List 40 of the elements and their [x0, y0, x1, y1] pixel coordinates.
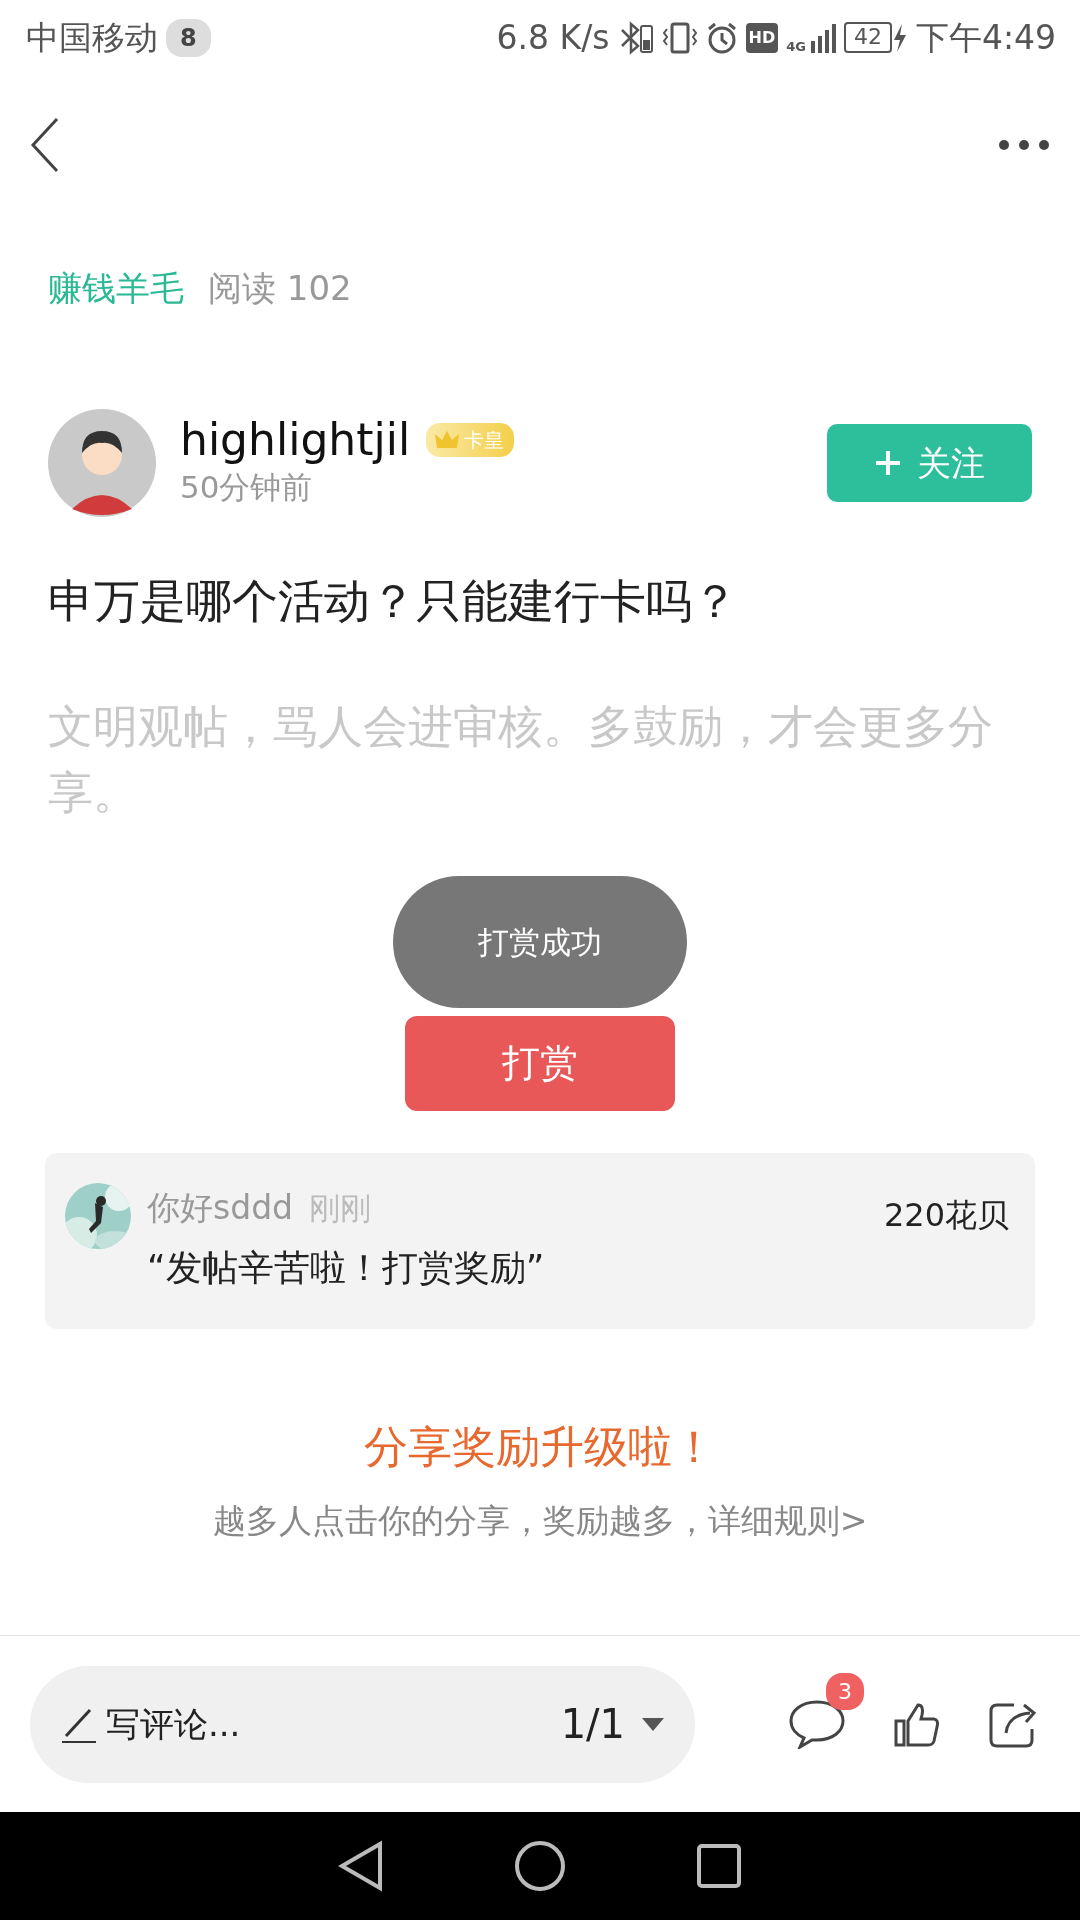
plus-icon: [874, 450, 901, 476]
post-title: 申万是哪个活动？只能建行卡吗？: [48, 573, 739, 630]
avatar-icon[interactable]: [48, 409, 156, 517]
vibrate-icon: [661, 20, 698, 55]
post-time: 50分钟前: [180, 467, 314, 507]
read-count: 阅读 102: [208, 267, 352, 310]
home-nav-icon[interactable]: [514, 1840, 566, 1892]
comment-icon[interactable]: [788, 1699, 846, 1749]
network-type: 4G: [786, 39, 806, 53]
recents-nav-icon[interactable]: [696, 1843, 742, 1889]
charging-icon: [891, 22, 908, 53]
promo-text[interactable]: 越多人点击你的分享，奖励越多，详细规则>: [212, 1495, 868, 1545]
author-name[interactable]: highlightjil: [180, 415, 411, 464]
clock-time: 下午4:49: [915, 16, 1056, 59]
back-nav-icon[interactable]: [338, 1840, 384, 1892]
carrier-name: 中国移动: [26, 16, 158, 59]
success-toast: 打赏成功: [393, 876, 687, 1008]
battery-level: 42: [843, 22, 892, 53]
reward-time: 刚刚: [309, 1189, 372, 1228]
page-indicator[interactable]: 1/1: [560, 1694, 625, 1754]
signal-icon: [809, 22, 836, 53]
hd-label: HD: [745, 22, 779, 53]
comment-field[interactable]: 写评论... 1/1: [30, 1665, 695, 1783]
category-link[interactable]: 赚钱羊毛: [48, 263, 184, 314]
comment-placeholder: 写评论...: [106, 1702, 241, 1746]
thumbs-up-icon[interactable]: [894, 1701, 940, 1747]
network-speed: 6.8 K/s: [496, 16, 610, 59]
alarm-icon: [705, 20, 738, 55]
promo-title: 分享奖励升级啦！: [364, 1419, 716, 1474]
follow-button[interactable]: 关注: [827, 424, 1032, 502]
reward-button[interactable]: 打赏: [405, 1016, 675, 1111]
back-icon[interactable]: [30, 117, 60, 173]
comment-count: 3: [826, 1673, 864, 1710]
badge-text: 卡皇: [464, 426, 505, 454]
more-icon[interactable]: [998, 139, 1050, 151]
reward-user[interactable]: 你好sddd: [147, 1183, 294, 1233]
dropdown-caret-icon[interactable]: [641, 1716, 665, 1732]
reward-message: “发帖辛苦啦！打赏奖励”: [147, 1245, 546, 1290]
reward-amount: 220花贝: [883, 1195, 1009, 1236]
notification-count: 8: [166, 18, 211, 57]
